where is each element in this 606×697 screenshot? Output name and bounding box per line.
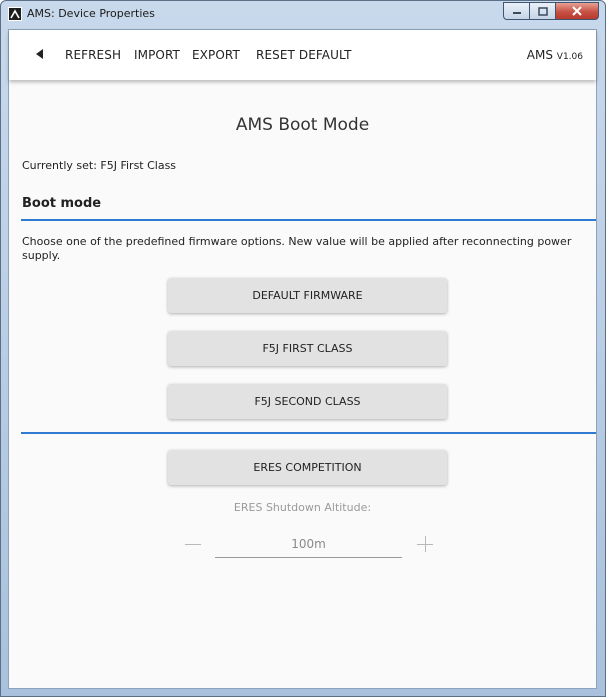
page-title: AMS Boot Mode	[235, 115, 370, 135]
client-area: REFRESH IMPORT EXPORT RESET DEFAULT AMS …	[8, 29, 597, 689]
reset-default-button[interactable]: RESET DEFAULT	[256, 48, 352, 62]
section-title: Boot mode	[22, 196, 102, 211]
maximize-button[interactable]	[529, 2, 555, 20]
current-mode: Currently set: F5J First Class	[22, 159, 177, 172]
window-title: AMS: Device Properties	[27, 7, 155, 20]
default-firmware-button[interactable]: DEFAULT FIRMWARE	[168, 278, 447, 313]
close-button[interactable]	[555, 2, 599, 20]
f5j-first-class-button[interactable]: F5J FIRST CLASS	[168, 331, 447, 366]
version-number: V1.06	[556, 52, 583, 62]
maximize-icon	[537, 6, 548, 16]
section-description: Choose one of the predefined firmware op…	[22, 235, 572, 262]
app-window: AMS: Device Properties REFRESH IMPORT EX…	[0, 0, 606, 697]
app-version: AMS V1.06	[527, 48, 583, 62]
app-name: AMS	[526, 48, 553, 62]
refresh-button[interactable]: REFRESH	[65, 48, 121, 62]
altitude-input[interactable]	[215, 531, 402, 558]
title-bar[interactable]: AMS: Device Properties	[1, 1, 605, 27]
f5j-second-class-button[interactable]: F5J SECOND CLASS	[168, 384, 447, 419]
minimize-icon	[512, 12, 521, 14]
eres-shutdown-altitude-label: ERES Shutdown Altitude:	[233, 501, 372, 514]
section-divider	[21, 219, 596, 221]
minus-icon[interactable]	[185, 544, 201, 545]
window-controls	[503, 2, 599, 20]
app-logo-icon	[8, 7, 22, 21]
toolbar: REFRESH IMPORT EXPORT RESET DEFAULT AMS …	[9, 30, 596, 80]
import-button[interactable]: IMPORT	[134, 48, 180, 62]
plus-icon[interactable]	[417, 536, 433, 552]
export-button[interactable]: EXPORT	[192, 48, 240, 62]
minimize-button[interactable]	[503, 2, 529, 20]
close-icon	[572, 6, 582, 16]
eres-competition-button[interactable]: ERES COMPETITION	[168, 450, 447, 485]
back-arrow-icon[interactable]	[36, 49, 43, 59]
divider	[21, 432, 596, 434]
